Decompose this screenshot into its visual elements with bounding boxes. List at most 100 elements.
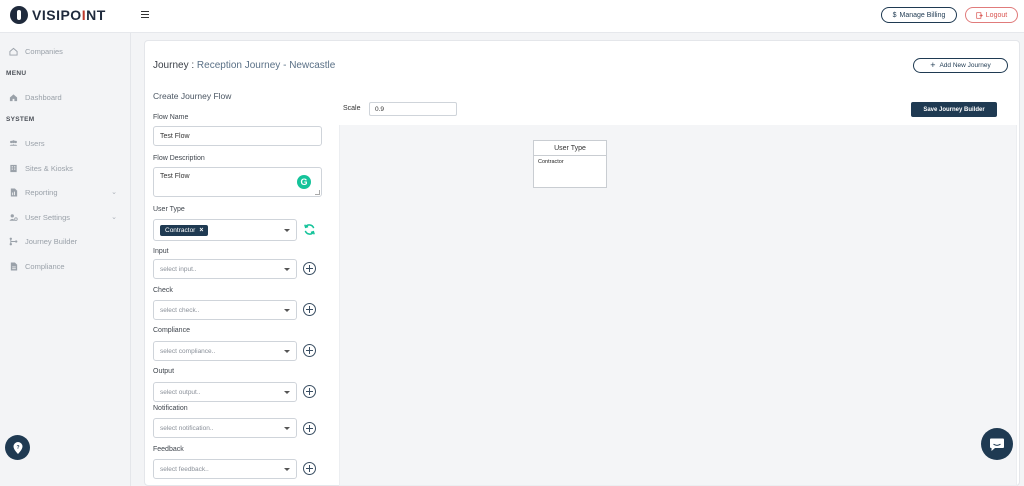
remove-chip-icon[interactable]: × — [199, 227, 203, 234]
manage-billing-button[interactable]: $ Manage Billing — [881, 7, 957, 23]
sidebar-item-compliance[interactable]: Compliance — [9, 259, 121, 273]
chevron-down-icon — [284, 309, 290, 312]
textarea-resize-handle[interactable] — [315, 190, 320, 195]
feedback-select[interactable]: select feedback.. — [153, 459, 297, 479]
chevron-down-icon — [284, 391, 290, 394]
add-feedback-button[interactable] — [303, 462, 316, 475]
menu-section-heading: MENU — [6, 70, 27, 77]
feedback-placeholder: select feedback.. — [160, 465, 209, 473]
notification-label: Notification — [153, 405, 188, 412]
dollar-icon: $ — [892, 11, 897, 19]
user-gear-icon — [9, 213, 18, 222]
form-heading: Create Journey Flow — [153, 91, 232, 101]
flow-branch-icon — [9, 237, 18, 246]
chat-button[interactable] — [981, 428, 1013, 460]
sidebar-item-label: Reporting — [25, 187, 58, 197]
journey-name: Reception Journey - Newcastle — [196, 60, 336, 71]
chevron-down-icon — [284, 229, 290, 232]
notification-placeholder: select notification.. — [160, 424, 214, 432]
node-title: User Type — [534, 141, 606, 156]
menu-toggle-icon[interactable] — [141, 11, 149, 18]
report-file-icon — [9, 187, 18, 197]
compliance-select[interactable]: select compliance.. — [153, 341, 297, 361]
logout-button[interactable]: Logout — [965, 7, 1018, 23]
node-item: Contractor — [538, 159, 564, 165]
logo-mark-icon — [10, 6, 28, 24]
scale-label: Scale — [343, 105, 361, 112]
input-label: Input — [153, 248, 169, 255]
scale-value: 0.9 — [375, 105, 385, 113]
sidebar-item-label: Sites & Kiosks — [25, 163, 73, 173]
user-type-chip: Contractor × — [160, 224, 209, 236]
sidebar-item-label: Journey Builder — [25, 236, 78, 246]
sidebar-item-label: Dashboard — [25, 92, 62, 102]
flow-name-value: Test Flow — [160, 132, 190, 140]
compliance-placeholder: select compliance.. — [160, 347, 216, 355]
page-title: Journey : Reception Journey - Newcastle — [153, 60, 335, 71]
visipoint-logo[interactable]: VISIPOINT — [10, 6, 106, 24]
sidebar-item-user-settings[interactable]: User Settings ⌄ — [9, 210, 121, 224]
sidebar-item-dashboard[interactable]: Dashboard — [9, 90, 121, 104]
input-select[interactable]: select input.. — [153, 259, 297, 279]
output-label: Output — [153, 368, 175, 375]
check-select[interactable]: select check.. — [153, 300, 297, 320]
user-type-label: User Type — [153, 206, 185, 213]
feedback-label: Feedback — [153, 446, 184, 453]
plus-icon: + — [930, 60, 936, 70]
output-placeholder: select output.. — [160, 388, 201, 396]
grammarly-icon[interactable]: G — [297, 175, 311, 189]
top-bar: VISIPOINT $ Manage Billing Logout — [0, 0, 1024, 33]
manage-billing-label: Manage Billing — [899, 11, 946, 19]
compliance-label: Compliance — [153, 327, 190, 334]
output-select[interactable]: select output.. — [153, 382, 297, 402]
sidebar-item-users[interactable]: Users — [9, 136, 121, 150]
add-input-button[interactable] — [303, 262, 316, 275]
map-pin-icon: ? — [13, 441, 22, 454]
dashboard-home-icon — [9, 93, 18, 102]
chevron-down-icon: ⌄ — [111, 214, 117, 221]
save-journey-builder-button[interactable]: Save Journey Builder — [911, 102, 997, 117]
add-output-button[interactable] — [303, 385, 316, 398]
chevron-down-icon — [284, 350, 290, 353]
flow-description-value: Test Flow — [160, 173, 190, 180]
flow-name-label: Flow Name — [153, 114, 189, 121]
add-new-journey-button[interactable]: + Add New Journey — [913, 58, 1008, 73]
input-placeholder: select input.. — [160, 265, 197, 273]
system-section-heading: SYSTEM — [6, 116, 35, 123]
sidebar-item-sites-kiosks[interactable]: Sites & Kiosks — [9, 161, 121, 175]
sidebar-item-journey-builder[interactable]: Journey Builder — [9, 234, 121, 248]
add-check-button[interactable] — [303, 303, 316, 316]
chevron-down-icon — [284, 427, 290, 430]
building-icon — [9, 164, 18, 173]
save-journey-builder-label: Save Journey Builder — [923, 106, 985, 113]
user-type-select[interactable]: Contractor × — [153, 219, 297, 241]
svg-text:?: ? — [16, 444, 19, 450]
home-icon — [9, 47, 18, 56]
logout-label: Logout — [985, 11, 1008, 19]
logout-icon — [976, 11, 983, 19]
add-notification-button[interactable] — [303, 422, 316, 435]
flow-description-label: Flow Description — [153, 155, 205, 162]
add-compliance-button[interactable] — [303, 344, 316, 357]
sidebar-item-label: Companies — [25, 46, 63, 56]
flow-name-input[interactable]: Test Flow — [153, 126, 322, 146]
sidebar-item-companies[interactable]: Companies — [9, 44, 121, 58]
sidebar-item-label: User Settings — [25, 212, 71, 222]
users-icon — [9, 139, 18, 148]
chevron-down-icon — [284, 268, 290, 271]
document-icon — [9, 261, 18, 271]
page-title-prefix: Journey : — [153, 60, 195, 71]
journey-builder-canvas[interactable] — [339, 95, 1017, 486]
check-label: Check — [153, 287, 173, 294]
notification-select[interactable]: select notification.. — [153, 418, 297, 438]
chevron-down-icon — [284, 468, 290, 471]
logo-text: VISIPOINT — [32, 7, 106, 23]
help-button[interactable]: ? — [5, 435, 30, 460]
scale-input[interactable]: 0.9 — [369, 102, 457, 116]
chat-bubble-icon — [990, 438, 1004, 451]
sidebar-item-reporting[interactable]: Reporting ⌄ — [9, 185, 121, 199]
sidebar-item-label: Compliance — [25, 261, 65, 271]
user-type-node[interactable]: User Type Contractor — [533, 140, 607, 188]
sidebar-item-label: Users — [25, 138, 45, 148]
refresh-icon[interactable] — [303, 223, 316, 236]
